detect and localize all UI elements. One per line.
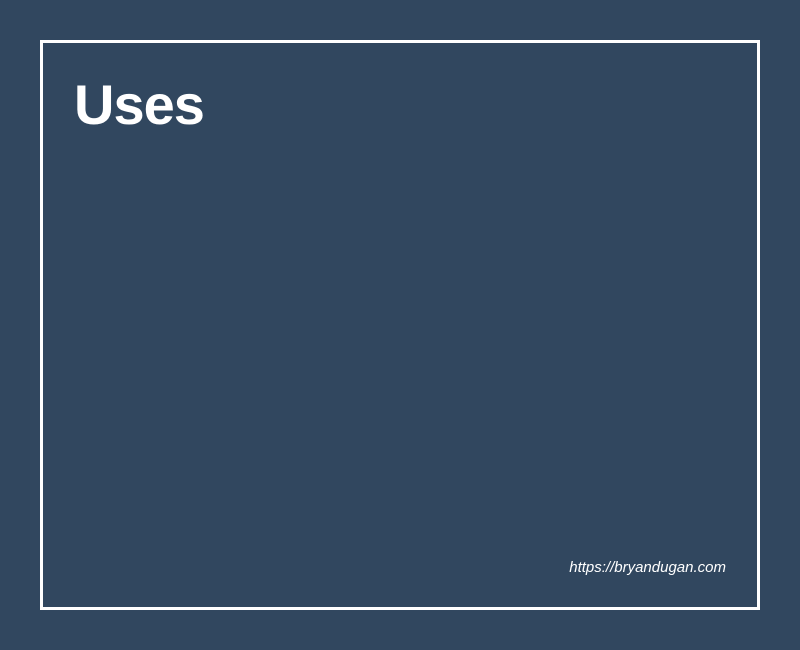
social-card: Uses https://bryandugan.com (40, 40, 760, 610)
site-url: https://bryandugan.com (569, 559, 726, 576)
page-title: Uses (74, 73, 205, 136)
